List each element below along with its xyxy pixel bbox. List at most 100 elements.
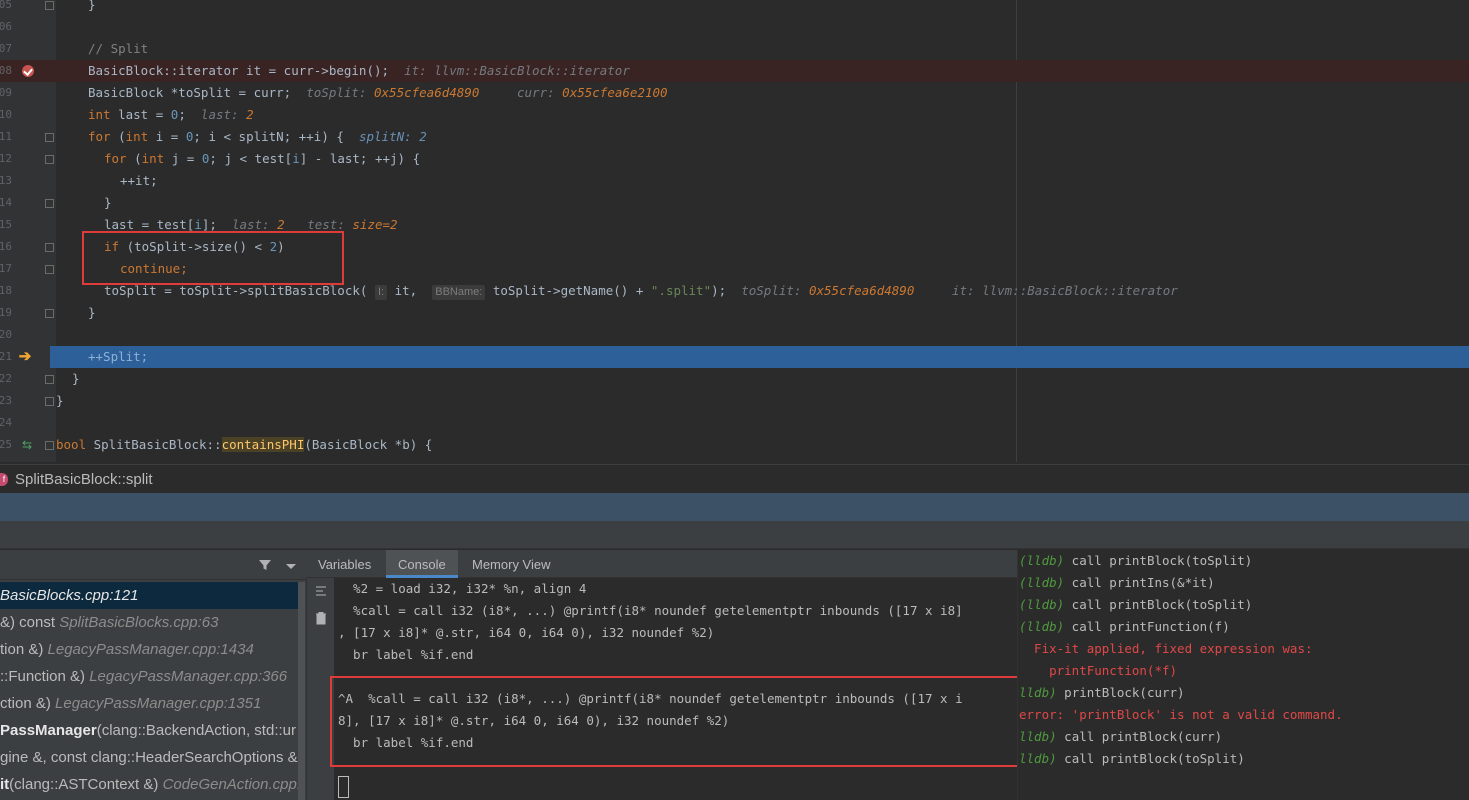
lldb-line: (lldb) call printBlock(toSplit): [1019, 553, 1253, 568]
code-line[interactable]: 10 int last = 0; last: 2: [0, 104, 1469, 126]
frames-scrollbar[interactable]: [298, 582, 305, 800]
line-number: 22: [0, 372, 12, 385]
code-line[interactable]: 22 }: [0, 368, 1469, 390]
tab-variables[interactable]: Variables: [306, 550, 383, 578]
line-number: 14: [0, 196, 12, 209]
filter-icon[interactable]: [258, 558, 272, 572]
code-line[interactable]: 25 ⇆ bool SplitBasicBlock::containsPHI(B…: [0, 434, 1469, 456]
param-hint: BBName:: [432, 285, 486, 300]
frame-item[interactable]: gine &, const clang::HeaderSearchOptions…: [0, 744, 300, 771]
code-line[interactable]: 14 }: [0, 192, 1469, 214]
code-line-breakpoint[interactable]: 08 BasicBlock::iterator it = curr->begin…: [0, 60, 1469, 82]
frame-item[interactable]: ction &) LegacyPassManager.cpp:1351: [0, 690, 300, 717]
fold-icon[interactable]: [45, 309, 54, 318]
code-text: }: [72, 371, 80, 386]
code-line[interactable]: 05 }: [0, 0, 1469, 16]
line-number: 23: [0, 394, 12, 407]
lldb-error-line: printFunction(*f): [1019, 663, 1178, 678]
inline-value-hint: toSplit: 0x55cfea6d4890: [306, 85, 480, 100]
tab-console[interactable]: Console: [386, 550, 458, 578]
fold-icon[interactable]: [45, 265, 54, 274]
frame-item[interactable]: it(clang::ASTContext &) CodeGenAction.cp…: [0, 771, 300, 798]
code-editor[interactable]: 05 } 06 07 // Split 08 BasicBlock::itera…: [0, 0, 1469, 462]
line-number: 25: [0, 438, 12, 451]
line-number: 05: [0, 0, 12, 11]
lldb-line: (lldb) call printFunction(f): [1019, 619, 1230, 634]
code-text: for (int i = 0; i < splitN; ++i) { split…: [88, 129, 427, 144]
trash-icon[interactable]: [314, 611, 328, 625]
code-text: bool SplitBasicBlock::containsPHI(BasicB…: [56, 437, 433, 452]
inline-value-hint: curr: 0x55cfea6e2100: [517, 85, 668, 100]
lldb-error-line: error: 'printBlock' is not a valid comma…: [1019, 707, 1343, 722]
fold-icon[interactable]: [45, 1, 54, 10]
code-text: }: [88, 0, 96, 12]
fold-icon[interactable]: [45, 155, 54, 164]
console-line: , [17 x i8]* @.str, i64 0, i64 0), i32 n…: [338, 625, 715, 640]
lldb-line: lldb) printBlock(curr): [1019, 685, 1185, 700]
frame-item[interactable]: ::Function &) LegacyPassManager.cpp:366: [0, 663, 300, 690]
code-line[interactable]: 24: [0, 412, 1469, 434]
fold-icon[interactable]: [45, 243, 54, 252]
code-text: }: [56, 393, 64, 408]
fold-icon[interactable]: [45, 133, 54, 142]
code-text: for (int j = 0; j < test[i] - last; ++j)…: [104, 151, 421, 166]
code-text: }: [88, 305, 96, 320]
line-number: 13: [0, 174, 12, 187]
frame-item[interactable]: PassManager(clang::BackendAction, std::u…: [0, 717, 300, 744]
inline-value-hint: last: 2: [231, 217, 285, 232]
lldb-error-line: Fix-it applied, fixed expression was:: [1019, 641, 1313, 656]
frame-item[interactable]: tion &) LegacyPassManager.cpp:1434: [0, 636, 300, 663]
breadcrumb-function[interactable]: SplitBasicBlock::split: [15, 471, 153, 488]
code-line[interactable]: 23 }: [0, 390, 1469, 412]
code-line[interactable]: 07 // Split: [0, 38, 1469, 60]
execution-point-line[interactable]: ++Split;: [50, 346, 1469, 368]
scroll-to-end-icon[interactable]: [314, 584, 328, 598]
line-number: 16: [0, 240, 12, 253]
console-input-cursor[interactable]: [338, 776, 349, 798]
line-number: 11: [0, 130, 12, 143]
code-text: BasicBlock *toSplit = curr; toSplit: 0x5…: [88, 85, 668, 100]
frames-panel[interactable]: BasicBlocks.cpp:121 &) const SplitBasicB…: [0, 550, 306, 800]
code-line[interactable]: 06: [0, 16, 1469, 38]
code-line[interactable]: 09 BasicBlock *toSplit = curr; toSplit: …: [0, 82, 1469, 104]
debug-toolbar[interactable]: [0, 521, 1469, 549]
frame-item[interactable]: BasicBlocks.cpp:121: [0, 582, 300, 609]
code-line[interactable]: 20: [0, 324, 1469, 346]
override-icon[interactable]: ⇆: [20, 438, 34, 452]
line-number: 06: [0, 20, 12, 33]
code-text: int last = 0; last: 2: [88, 107, 254, 122]
highlight-box: [82, 231, 344, 285]
line-number: 09: [0, 86, 12, 99]
lldb-line: lldb) call printBlock(curr): [1019, 729, 1223, 744]
line-number: 07: [0, 42, 12, 55]
line-number: 17: [0, 262, 12, 275]
breadcrumb[interactable]: f SplitBasicBlock::split: [0, 464, 1469, 493]
breakpoint-icon[interactable]: [22, 65, 34, 77]
code-text: BasicBlock::iterator it = curr->begin();…: [88, 63, 630, 78]
fold-icon[interactable]: [45, 397, 54, 406]
code-line[interactable]: 11 for (int i = 0; i < splitN; ++i) { sp…: [0, 126, 1469, 148]
line-number: 19: [0, 306, 12, 319]
chevron-down-icon[interactable]: [286, 564, 296, 569]
fold-icon[interactable]: [45, 199, 54, 208]
debug-tool-window-header[interactable]: [0, 493, 1469, 521]
debug-tabs: Variables Console Memory View: [306, 550, 1017, 578]
lldb-line: (lldb) call printIns(&*it): [1019, 575, 1215, 590]
line-number: 15: [0, 218, 12, 231]
code-line[interactable]: 19 }: [0, 302, 1469, 324]
fold-icon[interactable]: [45, 441, 54, 450]
frames-header: [0, 550, 306, 580]
console-line: %2 = load i32, i32* %n, align 4: [338, 581, 587, 596]
code-line[interactable]: 21 ➔: [0, 346, 50, 368]
code-line[interactable]: 12 for (int j = 0; j < test[i] - last; +…: [0, 148, 1469, 170]
tab-memory-view[interactable]: Memory View: [460, 550, 563, 578]
code-line[interactable]: 13 ++it;: [0, 170, 1469, 192]
lldb-line: (lldb) call printBlock(toSplit): [1019, 597, 1253, 612]
frame-item[interactable]: &) const SplitBasicBlocks.cpp:63: [0, 609, 300, 636]
param-hint: I:: [374, 285, 388, 300]
code-text: }: [104, 195, 112, 210]
fold-icon[interactable]: [45, 375, 54, 384]
lldb-line: lldb) call printBlock(toSplit): [1019, 751, 1245, 766]
console-line: br label %if.end: [338, 647, 474, 662]
inline-value-hint: last: 2: [200, 107, 254, 122]
